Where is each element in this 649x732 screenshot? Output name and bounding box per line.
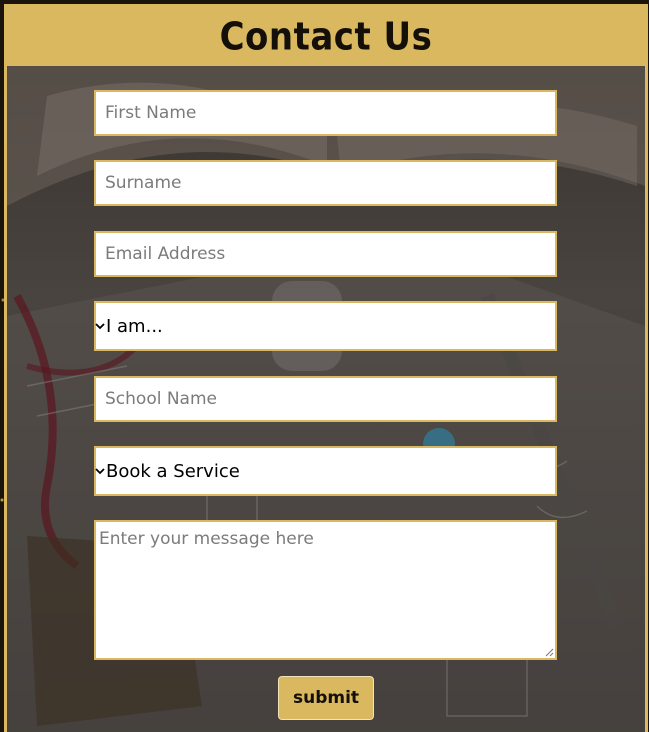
- message-textarea[interactable]: [94, 520, 557, 660]
- submit-button[interactable]: submit: [278, 676, 374, 720]
- header-bar: Contact Us: [7, 7, 645, 66]
- first-name-input[interactable]: [94, 90, 557, 136]
- email-input[interactable]: [94, 231, 557, 277]
- contact-card: Contact Us First Name Surname Email Addr…: [4, 4, 648, 732]
- surname-input[interactable]: [94, 160, 557, 206]
- page-title: Contact Us: [219, 14, 433, 59]
- service-select[interactable]: Book a Service: [94, 446, 557, 496]
- background-photo: I am... Book a Service submit: [7, 66, 645, 732]
- school-name-input[interactable]: [94, 376, 557, 422]
- role-select[interactable]: I am...: [94, 301, 557, 351]
